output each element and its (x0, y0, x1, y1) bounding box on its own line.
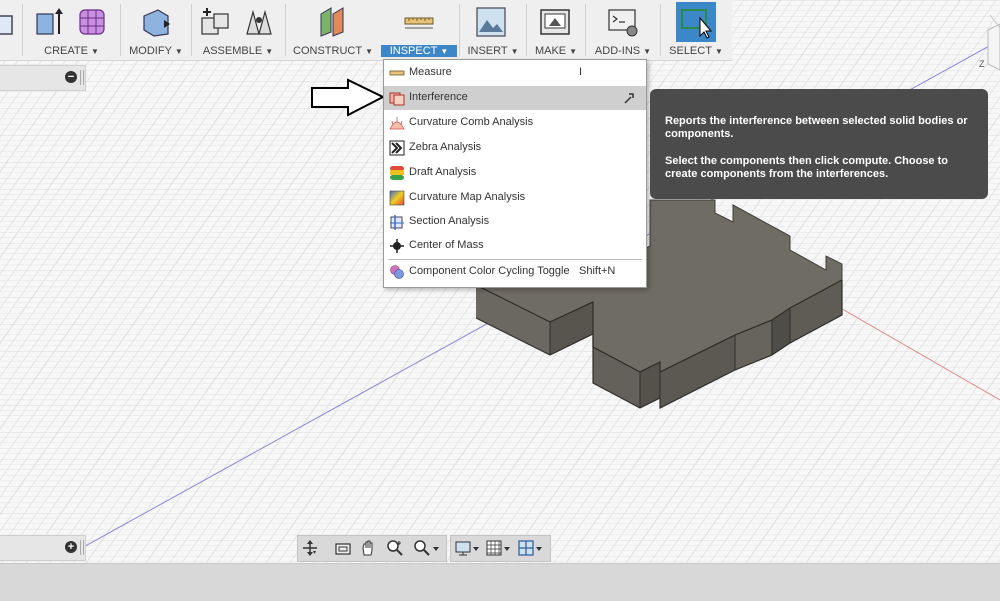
box-icon[interactable] (0, 6, 18, 38)
navigation-tools-group: ▾ (297, 535, 447, 562)
pan-icon[interactable] (359, 539, 377, 557)
menu-item-shortcut: Shift+N (579, 265, 616, 277)
menu-item-label: Zebra Analysis (409, 141, 482, 153)
toolbar-group-construct[interactable]: CONSTRUCT ▼ (287, 0, 379, 60)
zebra-icon (389, 140, 405, 156)
menu-item-label: Curvature Comb Analysis (409, 116, 534, 128)
offset-plane-icon[interactable] (317, 6, 349, 38)
menu-item-draft[interactable]: Draft Analysis (384, 161, 646, 185)
menu-item-color-cycling[interactable]: Component Color Cycling Toggle Shift+N (384, 260, 646, 284)
menu-item-shortcut: I (579, 66, 583, 78)
pin-to-toolbar-icon[interactable] (622, 91, 636, 105)
status-bar (0, 563, 1000, 601)
toolbar-group-inspect[interactable]: INSPECT ▼ (381, 0, 457, 60)
menu-item-label: Draft Analysis (409, 166, 477, 178)
panel-grip-icon[interactable] (80, 70, 84, 85)
toolbar-label-create: CREATE ▼ (44, 45, 99, 57)
svg-text:▾: ▾ (313, 550, 316, 556)
main-toolbar: CREATE ▼ MODIFY ▼ ASSEMBLE ▼ CONSTRUCT ▼ INS… (0, 0, 732, 61)
toolbar-group-create[interactable]: CREATE ▼ (25, 0, 118, 60)
toolbar-group-make[interactable]: MAKE ▼ (528, 0, 584, 60)
menu-item-label: Component Color Cycling Toggle (409, 265, 570, 277)
section-icon (390, 215, 404, 230)
joint-icon[interactable] (243, 6, 275, 38)
menu-item-curvature-map[interactable]: Curvature Map Analysis (384, 186, 646, 210)
measure-icon (389, 70, 405, 76)
grid-settings-icon[interactable] (485, 539, 513, 557)
menu-item-label: Center of Mass (409, 239, 484, 251)
center-of-mass-icon (390, 239, 404, 253)
form-icon[interactable] (77, 6, 109, 38)
tooltip-description: Reports the interference between selecte… (665, 115, 968, 140)
press-pull-icon[interactable] (140, 6, 172, 38)
menu-item-interference[interactable]: Interference (384, 86, 646, 110)
viewports-icon[interactable] (517, 539, 545, 557)
expand-panel-button[interactable]: + (65, 541, 77, 553)
toolbar-label-inspect: INSPECT ▼ (381, 45, 457, 57)
display-settings-icon[interactable] (454, 539, 482, 557)
toolbar-group-insert[interactable]: INSERT ▼ (461, 0, 525, 60)
viewcube-axis-label: Z (979, 59, 985, 69)
toolbar-label-construct: CONSTRUCT ▼ (293, 45, 373, 57)
menu-item-zebra[interactable]: Zebra Analysis (384, 136, 646, 160)
toolbar-group-add-ins[interactable]: ADD-INS ▼ (587, 0, 659, 60)
menu-item-label: Section Analysis (409, 215, 490, 227)
3d-print-icon[interactable] (539, 6, 571, 38)
toolbar-label-make: MAKE ▼ (534, 45, 578, 57)
interference-tooltip: Reports the interference between selecte… (650, 89, 988, 199)
navigation-bar: ▾ (297, 535, 551, 562)
collapse-panel-button[interactable]: − (65, 71, 77, 83)
insert-image-icon[interactable] (475, 6, 507, 38)
scripts-icon[interactable] (607, 6, 639, 38)
measure-icon[interactable] (403, 6, 435, 38)
color-cycling-icon (390, 265, 404, 279)
curvature-comb-icon (389, 117, 405, 130)
select-icon[interactable] (676, 2, 716, 42)
zoom-window-icon[interactable] (413, 539, 441, 557)
panel-grip-icon[interactable] (80, 540, 84, 555)
comments-panel[interactable]: + (0, 535, 86, 561)
interference-icon (389, 92, 405, 106)
new-component-icon[interactable] (199, 6, 231, 38)
toolbar-label-select: SELECT ▼ (669, 45, 723, 57)
toolbar-label-insert: INSERT ▼ (467, 45, 519, 57)
tooltip-instructions: Select the components then click compute… (665, 155, 948, 180)
orbit-icon[interactable]: ▾ (301, 539, 319, 557)
toolbar-group-select[interactable]: SELECT ▼ (662, 0, 730, 60)
menu-item-measure[interactable]: Measure I (384, 61, 646, 85)
menu-item-curvature-comb[interactable]: Curvature Comb Analysis (384, 111, 646, 135)
extrude-icon[interactable] (33, 6, 65, 38)
draft-icon (390, 166, 404, 180)
display-settings-group (450, 535, 551, 562)
browser-panel[interactable]: − (0, 65, 86, 91)
zoom-icon[interactable] (386, 539, 404, 557)
toolbar-group-modify[interactable]: MODIFY ▼ (122, 0, 190, 60)
toolbar-label-add-ins: ADD-INS ▼ (594, 45, 652, 57)
look-at-icon[interactable] (334, 539, 352, 557)
menu-item-label: Curvature Map Analysis (409, 191, 526, 203)
toolbar-label-assemble: ASSEMBLE ▼ (202, 45, 274, 57)
inspect-dropdown-menu: Measure I Interference Curvature Comb An… (383, 59, 647, 288)
menu-item-section[interactable]: Section Analysis (384, 210, 646, 234)
curvature-map-icon (389, 190, 405, 206)
menu-item-label: Interference (409, 91, 468, 103)
toolbar-group-assemble[interactable]: ASSEMBLE ▼ (193, 0, 283, 60)
menu-item-label: Measure (409, 66, 452, 78)
toolbar-label-modify: MODIFY ▼ (129, 45, 183, 57)
menu-item-center-of-mass[interactable]: Center of Mass (384, 234, 646, 258)
